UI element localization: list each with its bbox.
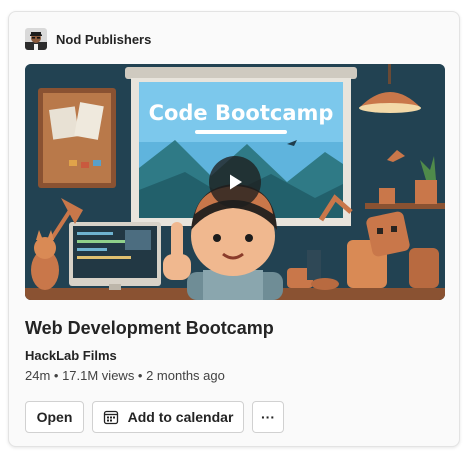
play-icon xyxy=(230,174,242,190)
add-to-calendar-button[interactable]: Add to calendar xyxy=(92,401,244,433)
play-button[interactable] xyxy=(209,156,261,208)
thumbnail-title: Code Bootcamp xyxy=(149,101,334,125)
person-avatar-icon xyxy=(25,28,47,50)
video-card: Nod Publishers Code Bootcamp Web Develop… xyxy=(8,11,460,447)
action-bar: Open Add to calendar ··· xyxy=(25,401,284,433)
video-title[interactable]: Web Development Bootcamp xyxy=(25,318,274,339)
video-meta: 24m • 17.1M views • 2 months ago xyxy=(25,368,225,383)
add-to-calendar-label: Add to calendar xyxy=(127,409,234,425)
calendar-icon xyxy=(103,409,119,425)
publisher-name: Nod Publishers xyxy=(56,31,152,47)
open-button[interactable]: Open xyxy=(25,401,84,433)
channel-name[interactable]: HackLab Films xyxy=(25,348,117,363)
card-header: Nod Publishers xyxy=(25,28,151,50)
more-options-button[interactable]: ··· xyxy=(252,401,284,433)
video-thumbnail[interactable]: Code Bootcamp xyxy=(25,64,445,300)
more-horizontal-icon: ··· xyxy=(261,409,275,425)
